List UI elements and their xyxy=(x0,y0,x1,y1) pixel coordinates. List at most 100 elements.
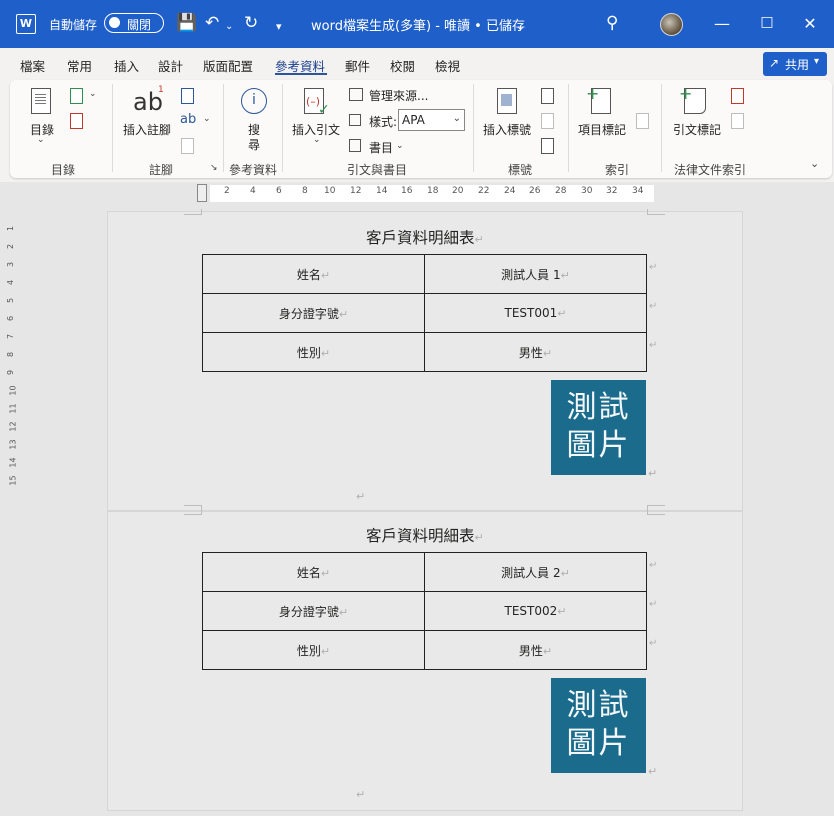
manage-sources-label[interactable]: 管理來源... xyxy=(369,87,428,104)
add-text-icon[interactable] xyxy=(70,88,83,104)
show-notes-icon[interactable] xyxy=(181,138,194,154)
table-cell[interactable]: TEST002↵ xyxy=(424,591,647,631)
undo-icon[interactable]: ↶ xyxy=(205,12,219,34)
style-select[interactable]: APA ⌄ xyxy=(398,109,465,131)
table-cell[interactable]: 測試人員 1↵ xyxy=(424,254,647,294)
customize-toolbar-icon[interactable]: ▾ xyxy=(276,16,282,38)
share-chevron-down-icon[interactable]: ▾ xyxy=(814,56,819,67)
cell-mark: ↵ xyxy=(320,566,331,580)
footnote-dialog-launcher-icon[interactable]: ↘ xyxy=(210,163,218,173)
page-section-1[interactable]: 客戶資料明細表↵ 姓名↵ 測試人員 1↵ 身分證字號↵ TEST001↵ 性別↵… xyxy=(107,209,743,511)
table-cell[interactable]: 姓名↵ xyxy=(202,552,425,592)
insert-caption-label[interactable]: 插入標號 xyxy=(483,121,531,138)
share-button[interactable]: ↗ 共用 ▾ xyxy=(763,52,827,76)
table-cell[interactable]: 測試人員 2↵ xyxy=(424,552,647,592)
record-table[interactable]: 姓名↵ 測試人員 1↵ 身分證字號↵ TEST001↵ 性別↵ 男性↵ xyxy=(202,254,647,372)
toc-chevron-down-icon[interactable]: ⌄ xyxy=(37,135,45,145)
horizontal-ruler[interactable]: 2 4 6 8 10 12 14 16 18 20 22 24 26 28 30… xyxy=(0,182,834,204)
table-cell[interactable]: 男性↵ xyxy=(424,630,647,670)
bibliography-icon[interactable] xyxy=(349,139,361,152)
group-separator xyxy=(661,84,662,172)
group-label-toc: 目錄 xyxy=(51,163,76,177)
table-cell[interactable]: 身分證字號↵ xyxy=(202,293,425,333)
tab-insert[interactable]: 插入 xyxy=(114,56,139,75)
cell-mark: ↵ xyxy=(338,307,349,321)
insert-caption-icon[interactable] xyxy=(497,88,517,114)
share-label: 共用 xyxy=(785,58,810,72)
cross-reference-icon[interactable] xyxy=(541,138,554,154)
indent-marker[interactable] xyxy=(197,184,207,202)
paragraph-mark: ↵ xyxy=(474,531,484,544)
field-value: 測試人員 2 xyxy=(501,565,561,580)
test-image[interactable]: 測試 圖片 xyxy=(551,678,646,773)
insert-table-of-figures-icon[interactable] xyxy=(541,88,554,104)
title-chevron-down-icon[interactable]: ⌄ xyxy=(516,16,525,38)
table-cell[interactable]: 性別↵ xyxy=(202,332,425,372)
tab-mailings[interactable]: 郵件 xyxy=(345,56,370,75)
next-footnote-icon[interactable]: ab xyxy=(180,112,196,127)
insert-footnote-label[interactable]: 插入註腳 xyxy=(123,121,171,138)
insert-endnote-icon[interactable] xyxy=(181,88,194,104)
autosave-toggle[interactable]: 關閉 xyxy=(104,13,164,33)
group-label-research: 參考資料 xyxy=(229,163,278,177)
page-section-2[interactable]: 客戶資料明細表↵ 姓名↵ 測試人員 2↵ 身分證字號↵ TEST002↵ 性別↵… xyxy=(107,509,743,811)
table-cell[interactable]: 身分證字號↵ xyxy=(202,591,425,631)
redo-icon[interactable]: ↻ xyxy=(244,12,258,34)
tab-home[interactable]: 常用 xyxy=(67,56,92,75)
close-icon[interactable]: ✕ xyxy=(800,14,820,33)
table-cell[interactable]: 姓名↵ xyxy=(202,254,425,294)
paragraph-mark: ↵ xyxy=(356,490,366,503)
record-title: 客戶資料明細表↵ xyxy=(366,524,484,546)
next-footnote-chevron-down-icon[interactable]: ⌄ xyxy=(203,114,211,124)
save-icon[interactable]: 💾 xyxy=(176,12,197,34)
mark-citation-label[interactable]: 引文標記 xyxy=(673,121,721,138)
tab-design[interactable]: 設計 xyxy=(158,56,183,75)
style-label: 樣式: xyxy=(369,115,398,129)
vertical-ruler[interactable]: 1 2 3 4 5 6 7 8 9 10 11 12 13 14 15 xyxy=(6,212,20,512)
update-table-icon[interactable] xyxy=(70,113,83,129)
undo-dropdown-icon[interactable]: ⌄ xyxy=(225,16,233,38)
avatar[interactable] xyxy=(660,13,683,36)
collapse-ribbon-chevron-down-icon[interactable]: ⌄ xyxy=(810,157,819,170)
active-tab-indicator xyxy=(275,73,327,75)
search-label-bottom[interactable]: 尋 xyxy=(248,136,260,153)
maximize-icon[interactable]: □ xyxy=(757,14,777,30)
table-row: 性別↵ 男性↵ xyxy=(202,630,647,670)
toc-icon[interactable] xyxy=(31,88,51,114)
document-title[interactable]: word檔案生成(多筆) - 唯讀 • 已儲存 xyxy=(311,15,525,34)
update-figures-icon[interactable] xyxy=(541,113,554,129)
style-select-chevron-down-icon[interactable]: ⌄ xyxy=(453,113,461,124)
add-text-chevron-down-icon[interactable]: ⌄ xyxy=(89,89,97,99)
minimize-icon[interactable]: — xyxy=(712,14,732,33)
ruler-tick: 6 xyxy=(276,186,282,196)
insert-table-of-authorities-icon[interactable] xyxy=(731,88,744,104)
search-researcher-icon[interactable]: i xyxy=(241,88,267,114)
update-authorities-icon[interactable] xyxy=(731,113,744,129)
insert-citation-chevron-down-icon[interactable]: ⌄ xyxy=(313,135,321,145)
group-separator xyxy=(282,84,283,172)
tab-review[interactable]: 校閱 xyxy=(390,56,415,75)
mark-entry-label[interactable]: 項目標記 xyxy=(578,121,626,138)
word-app-icon: W xyxy=(16,14,36,34)
table-cell[interactable]: 性別↵ xyxy=(202,630,425,670)
group-separator xyxy=(568,84,569,172)
tab-file[interactable]: 檔案 xyxy=(20,56,45,75)
table-cell[interactable]: TEST001↵ xyxy=(424,293,647,333)
document-area[interactable]: 客戶資料明細表↵ 姓名↵ 測試人員 1↵ 身分證字號↵ TEST001↵ 性別↵… xyxy=(28,204,834,816)
tab-layout[interactable]: 版面配置 xyxy=(203,56,253,75)
bibliography-chevron-down-icon[interactable]: ⌄ xyxy=(396,141,404,151)
vruler-tick: 8 xyxy=(6,351,16,358)
insert-index-icon[interactable] xyxy=(636,113,649,129)
bibliography-label[interactable]: 書目 xyxy=(369,139,393,156)
row-end-mark: ↵ xyxy=(649,262,658,273)
autosave-label: 自動儲存 xyxy=(49,18,98,32)
test-image[interactable]: 測試 圖片 xyxy=(551,380,646,475)
tab-view[interactable]: 檢視 xyxy=(435,56,460,75)
table-cell[interactable]: 男性↵ xyxy=(424,332,647,372)
manage-sources-icon[interactable] xyxy=(349,88,363,101)
group-separator xyxy=(223,84,224,172)
vruler-tick: 14 xyxy=(8,457,18,468)
record-table[interactable]: 姓名↵ 測試人員 2↵ 身分證字號↵ TEST002↵ 性別↵ 男性↵ xyxy=(202,552,647,670)
search-icon[interactable]: ⚲ xyxy=(606,12,618,34)
style-select-value: APA xyxy=(402,113,425,127)
